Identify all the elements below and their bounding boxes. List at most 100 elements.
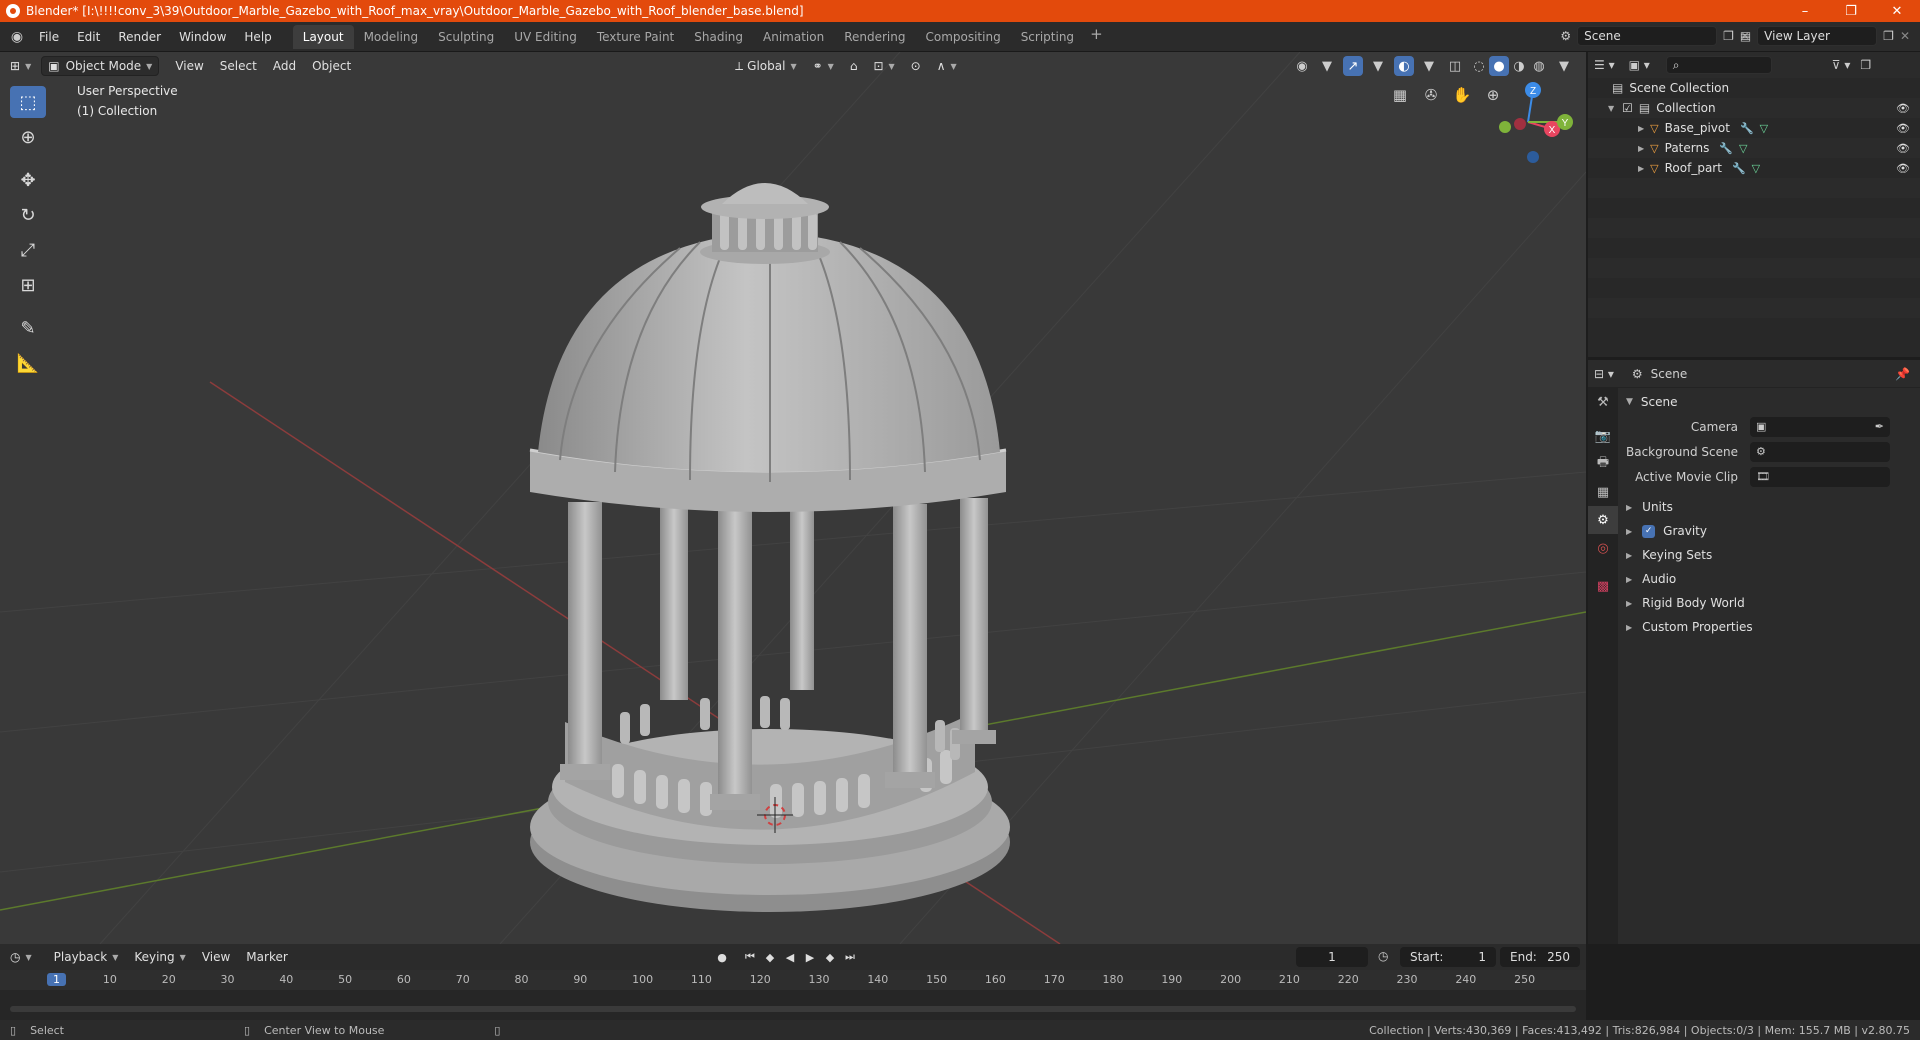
units-panel-header[interactable]: ▶ Units: [1618, 495, 1920, 519]
viewport-menu-object[interactable]: Object: [306, 56, 357, 76]
proportional-edit-icon[interactable]: ⊙: [905, 56, 927, 76]
properties-editor-type-icon[interactable]: ⊟ ▾: [1594, 367, 1614, 381]
background-scene-field[interactable]: ⚙: [1750, 441, 1890, 462]
proportional-falloff-icon[interactable]: ∧ ▼: [931, 56, 963, 76]
timeline-menu-playback[interactable]: Playback ▼: [48, 947, 125, 967]
pin-icon[interactable]: 📌: [1895, 367, 1910, 381]
minimize-button[interactable]: –: [1782, 0, 1828, 22]
current-frame-field[interactable]: 1: [1296, 947, 1368, 967]
visibility-icon[interactable]: ◉: [1292, 56, 1312, 76]
move-tool-icon[interactable]: ✥: [10, 164, 46, 196]
expand-object-icon[interactable]: ▶: [1638, 164, 1644, 173]
blender-logo-icon[interactable]: ◉: [4, 29, 30, 45]
modifier-wrench-icon[interactable]: 🔧: [1740, 122, 1754, 135]
object-mode-dropdown[interactable]: ▣ Object Mode ▼: [41, 56, 160, 76]
menu-file[interactable]: File: [30, 30, 68, 44]
overlays-toggle-icon[interactable]: ◐: [1394, 56, 1414, 76]
collection-visibility-eye-icon[interactable]: 👁: [1896, 102, 1910, 115]
timeline-menu-keying[interactable]: Keying ▼: [128, 947, 191, 967]
menu-render[interactable]: Render: [109, 30, 170, 44]
render-tab-icon[interactable]: 📷: [1588, 422, 1618, 450]
tool-settings-tab-icon[interactable]: ⚒: [1588, 388, 1618, 416]
menu-help[interactable]: Help: [235, 30, 280, 44]
select-box-tool-icon[interactable]: ⬚: [10, 86, 46, 118]
timeline-ruler[interactable]: 1 10 20 30 40 50 60 70 80 90 100 110 120 130 140 150 160…: [0, 970, 1586, 990]
outliner-row-collection[interactable]: ▼ ☑ ▤ Collection 👁: [1588, 98, 1920, 118]
timeline-menu-view[interactable]: View: [196, 947, 236, 967]
wireframe-shading-icon[interactable]: ◌: [1469, 56, 1489, 76]
tab-layout[interactable]: Layout: [292, 24, 354, 49]
scene-icon[interactable]: ⚙: [1560, 29, 1571, 43]
scene-tab-icon[interactable]: ⚙: [1588, 506, 1618, 534]
modifier-wrench-icon[interactable]: 🔧: [1719, 142, 1733, 155]
new-view-layer-icon[interactable]: ❐: [1883, 29, 1894, 43]
object-visibility-eye-icon[interactable]: 👁: [1896, 122, 1910, 135]
expand-collection-icon[interactable]: ▼: [1608, 104, 1614, 113]
tab-scripting[interactable]: Scripting: [1011, 25, 1084, 49]
jump-end-icon[interactable]: ⏭: [840, 948, 860, 966]
scene-name-field[interactable]: Scene: [1577, 26, 1718, 46]
tab-rendering[interactable]: Rendering: [834, 25, 915, 49]
outliner-editor-type-icon[interactable]: ☰ ▾: [1594, 58, 1615, 72]
pan-hand-icon[interactable]: ✋: [1449, 82, 1475, 108]
play-icon[interactable]: ▶: [800, 948, 820, 966]
gizmo-toggle-icon[interactable]: ↗: [1343, 56, 1363, 76]
record-icon[interactable]: ●: [712, 948, 732, 966]
camera-view-icon[interactable]: ✇: [1418, 82, 1444, 108]
tab-sculpting[interactable]: Sculpting: [428, 25, 504, 49]
solid-shading-icon[interactable]: ●: [1489, 56, 1509, 76]
menu-window[interactable]: Window: [170, 30, 235, 44]
scale-tool-icon[interactable]: ⤢: [10, 234, 46, 266]
timeline-track-area[interactable]: [0, 990, 1586, 1020]
outliner-row-scene-collection[interactable]: ▤ Scene Collection: [1588, 78, 1920, 98]
rotate-tool-icon[interactable]: ↻: [10, 199, 46, 231]
add-workspace-icon[interactable]: +: [1084, 25, 1109, 49]
start-frame-field[interactable]: Start: 1: [1400, 947, 1496, 967]
timeline-menu-marker[interactable]: Marker: [240, 947, 293, 967]
collection-checkbox[interactable]: ☑: [1622, 101, 1633, 115]
new-collection-icon[interactable]: ❐: [1860, 58, 1871, 72]
mesh-data-icon[interactable]: ▽: [1739, 142, 1747, 155]
outliner-row-object[interactable]: ▶ ▽ Roof_part 🔧 ▽ 👁: [1588, 158, 1920, 178]
display-mode-icon[interactable]: ▣ ▾: [1629, 58, 1650, 72]
eyedropper-icon[interactable]: ✒: [1875, 420, 1884, 433]
maximize-button[interactable]: ❐: [1828, 0, 1874, 22]
expand-object-icon[interactable]: ▶: [1638, 124, 1644, 133]
view-layer-field[interactable]: View Layer: [1757, 26, 1878, 46]
tab-compositing[interactable]: Compositing: [915, 25, 1010, 49]
texture-tab-icon[interactable]: ▩: [1588, 572, 1618, 600]
gravity-checkbox[interactable]: ✓: [1642, 524, 1656, 538]
jump-start-icon[interactable]: ⏮: [740, 948, 760, 966]
zoom-icon[interactable]: ⊕: [1480, 82, 1506, 108]
pivot-point-icon[interactable]: ⚭ ▼: [807, 56, 840, 76]
cursor-tool-icon[interactable]: ⊕: [10, 121, 46, 153]
close-button[interactable]: ✕: [1874, 0, 1920, 22]
object-visibility-eye-icon[interactable]: 👁: [1896, 162, 1910, 175]
next-keyframe-icon[interactable]: ◆: [820, 948, 840, 966]
measure-tool-icon[interactable]: 📐: [10, 347, 46, 379]
object-visibility-eye-icon[interactable]: 👁: [1896, 142, 1910, 155]
camera-field[interactable]: ▣ ✒: [1750, 416, 1890, 437]
active-movie-clip-field[interactable]: 🎞: [1750, 466, 1890, 487]
transform-orientation-dropdown[interactable]: ⟂ Global ▼: [729, 56, 802, 76]
mesh-data-icon[interactable]: ▽: [1752, 162, 1760, 175]
end-frame-field[interactable]: End: 250: [1500, 947, 1580, 967]
custom-properties-panel-header[interactable]: ▶ Custom Properties: [1618, 615, 1920, 639]
gravity-panel-header[interactable]: ▶ ✓ Gravity: [1618, 519, 1920, 543]
toggle-camera-icon[interactable]: ▦: [1387, 82, 1413, 108]
snap-target-icon[interactable]: ⊡ ▼: [867, 56, 900, 76]
view-layer-icon[interactable]: ▤: [1740, 29, 1751, 43]
play-reverse-icon[interactable]: ◀: [780, 948, 800, 966]
modifier-wrench-icon[interactable]: 🔧: [1732, 162, 1746, 175]
rigid-body-world-panel-header[interactable]: ▶ Rigid Body World: [1618, 591, 1920, 615]
tab-animation[interactable]: Animation: [753, 25, 834, 49]
timeline-scrollbar[interactable]: [10, 1006, 1576, 1012]
timeline-editor-type-icon[interactable]: ◷ ▼: [4, 947, 38, 967]
tab-texture-paint[interactable]: Texture Paint: [587, 25, 684, 49]
tab-modeling[interactable]: Modeling: [354, 25, 429, 49]
mesh-data-icon[interactable]: ▽: [1760, 122, 1768, 135]
gizmo-dropdown-icon[interactable]: ▼: [1368, 56, 1388, 76]
world-tab-icon[interactable]: ◎: [1588, 534, 1618, 562]
prev-keyframe-icon[interactable]: ◆: [760, 948, 780, 966]
editor-type-icon[interactable]: ⊞ ▼: [4, 56, 37, 76]
